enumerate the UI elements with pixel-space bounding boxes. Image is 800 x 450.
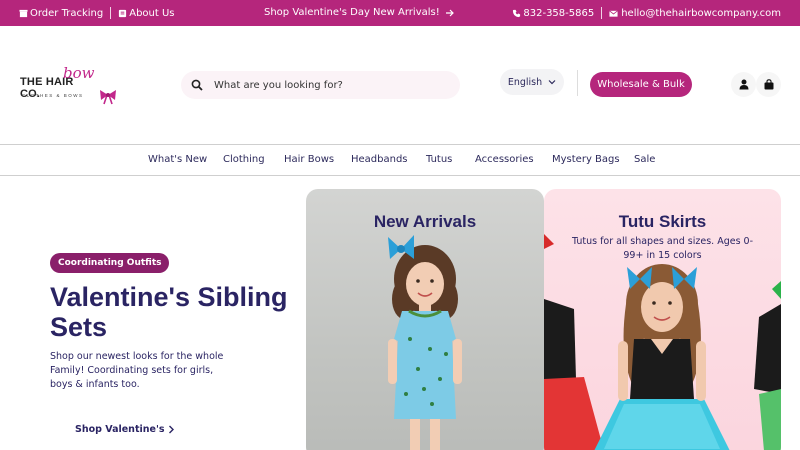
phone-icon — [513, 9, 521, 17]
hero-title: Valentine's Sibling Sets — [50, 282, 288, 342]
cart-button[interactable] — [756, 72, 781, 97]
nav-item-hair-bows[interactable]: Hair Bows — [284, 154, 334, 165]
about-us-link[interactable]: About Us — [118, 7, 175, 19]
main-navigation: What's New Clothing Hair Bows Headbands … — [0, 144, 800, 176]
announcement-text: Shop Valentine's Day New Arrivals! — [264, 7, 440, 18]
email-address: hello@thehairbowcompany.com — [621, 7, 781, 19]
announcement-bar: Order Tracking About Us Shop Valentine's… — [0, 0, 800, 26]
language-selector[interactable]: English — [500, 69, 564, 95]
bag-icon — [764, 79, 773, 90]
nav-item-tutus[interactable]: Tutus — [426, 154, 452, 165]
logo-tagline: CLOTHES & BOWS — [22, 93, 84, 98]
nav-item-mystery-bags[interactable]: Mystery Bags — [552, 154, 620, 165]
tutu-skirts-subtitle: Tutus for all shapes and sizes. Ages 0-9… — [571, 236, 754, 261]
nav-item-sale[interactable]: Sale — [634, 154, 655, 165]
search-input[interactable] — [214, 76, 444, 94]
arrow-right-icon — [445, 9, 454, 16]
topbar-contact: 832-358-5865 hello@thehairbowcompany.com — [512, 7, 781, 19]
tutu-skirts-card[interactable]: Tutu Skirts Tutus for all shapes and siz… — [544, 189, 781, 450]
order-tracking-label: Order Tracking — [30, 7, 104, 19]
header-divider — [577, 70, 578, 96]
logo-script: bow — [63, 64, 95, 82]
nav-item-headbands[interactable]: Headbands — [351, 154, 408, 165]
bow-logo-icon — [100, 90, 116, 105]
nav-item-accessories[interactable]: Accessories — [475, 154, 534, 165]
info-icon — [119, 9, 127, 17]
hero-section: Coordinating Outfits Valentine's Sibling… — [0, 176, 800, 450]
phone-link[interactable]: 832-358-5865 — [512, 8, 594, 19]
site-header: THE HAIRCO. bow CLOTHES & BOWS English W… — [0, 26, 800, 144]
user-icon — [739, 79, 748, 90]
mail-icon — [609, 9, 619, 17]
email-link[interactable]: hello@thehairbowcompany.com — [609, 8, 781, 19]
topbar-left-links: Order Tracking About Us — [19, 7, 175, 19]
chevron-down-icon — [548, 80, 556, 85]
new-arrivals-card[interactable]: New Arrivals — [306, 189, 544, 450]
hero-description: Shop our newest looks for the whole Fami… — [50, 351, 224, 390]
shop-valentines-label: Shop Valentine's — [75, 424, 165, 435]
new-arrivals-title: New Arrivals — [373, 212, 477, 231]
tutu-skirts-title: Tutu Skirts — [618, 212, 707, 231]
chevron-right-icon — [168, 425, 174, 434]
topbar-divider — [601, 7, 603, 19]
hero-badge: Coordinating Outfits — [50, 253, 170, 273]
search-icon[interactable] — [191, 79, 203, 91]
language-label: English — [507, 76, 543, 88]
site-logo[interactable]: THE HAIRCO. bow CLOTHES & BOWS — [20, 64, 120, 110]
order-tracking-link[interactable]: Order Tracking — [19, 8, 103, 19]
search-bar[interactable] — [181, 71, 460, 99]
nav-item-whats-new[interactable]: What's New — [148, 154, 207, 165]
wholesale-bulk-button[interactable]: Wholesale & Bulk — [590, 72, 692, 97]
store-icon — [19, 9, 28, 17]
nav-item-clothing[interactable]: Clothing — [223, 154, 265, 165]
phone-number: 832-358-5865 — [523, 7, 595, 19]
shop-valentines-link[interactable]: Shop Valentine's — [75, 424, 175, 435]
topbar-divider — [110, 7, 112, 19]
announcement-link[interactable]: Shop Valentine's Day New Arrivals! — [264, 7, 455, 18]
about-us-label: About Us — [129, 7, 175, 19]
account-button[interactable] — [731, 72, 756, 97]
